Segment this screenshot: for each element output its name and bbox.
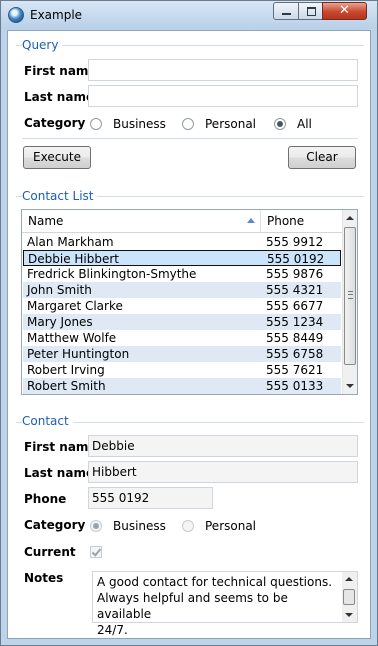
- list-item-name: Mary Jones: [27, 315, 93, 329]
- list-item-phone: 555 6677: [266, 299, 324, 313]
- scroll-up-icon[interactable]: [346, 216, 354, 220]
- notes-line: Always helpful and seems to be available: [97, 591, 288, 621]
- list-item-name: John Smith: [27, 283, 92, 297]
- clear-button[interactable]: Clear: [288, 146, 356, 169]
- query-radio-business-label[interactable]: Business: [113, 117, 166, 131]
- column-header-name[interactable]: Name: [28, 214, 63, 228]
- query-group-title: Query: [22, 38, 63, 52]
- notes-text: A good contact for technical questions. …: [97, 574, 337, 638]
- list-item[interactable]: Matthew Wolfe 555 8449: [23, 330, 341, 346]
- list-item-name: Fredrick Blinkington-Smythe: [27, 267, 197, 281]
- query-radio-business[interactable]: [90, 118, 102, 130]
- list-item[interactable]: Robert Irving 555 7621: [23, 362, 341, 378]
- query-first-name-label: First name: [24, 64, 97, 78]
- contact-first-name-field[interactable]: Debbie: [88, 435, 358, 457]
- list-item-phone: 555 4321: [266, 283, 324, 297]
- contact-first-name-label: First name: [24, 440, 97, 454]
- query-last-name-label: Last name: [24, 90, 95, 104]
- list-item[interactable]: Robert Smith 555 0133: [23, 378, 341, 394]
- execute-button[interactable]: Execute: [23, 146, 91, 169]
- contact-phone-field[interactable]: 555 0192: [88, 487, 213, 509]
- contact-radio-personal: [182, 520, 194, 532]
- contact-radio-business: [90, 520, 102, 532]
- contact-notes-label: Notes: [24, 571, 64, 585]
- list-item-name: Alan Markham: [27, 235, 114, 249]
- query-radio-personal-label[interactable]: Personal: [205, 117, 256, 131]
- query-category-label: Category: [24, 116, 86, 130]
- list-item-phone: 555 1234: [266, 315, 324, 329]
- contact-phone-label: Phone: [24, 492, 67, 506]
- scroll-down-icon[interactable]: [345, 613, 353, 617]
- list-item[interactable]: John Smith 555 4321: [23, 282, 341, 298]
- contact-last-name-field[interactable]: Hibbert: [88, 461, 358, 483]
- query-radio-all-label[interactable]: All: [297, 117, 312, 131]
- list-item[interactable]: Peter Huntington 555 6758: [23, 346, 341, 362]
- list-item[interactable]: Margaret Clarke 555 6677: [23, 298, 341, 314]
- window-title: Example: [30, 8, 83, 22]
- scroll-thumb[interactable]: [343, 589, 355, 605]
- list-item[interactable]: Fredrick Blinkington-Smythe 555 9876: [23, 266, 341, 282]
- scroll-up-icon[interactable]: [345, 577, 353, 581]
- notes-line: 24/7.: [97, 623, 128, 637]
- contact-group-title: Contact: [22, 414, 73, 428]
- contact-list[interactable]: Name Phone Alan Markham 555 9912 Debbie Hi…: [21, 209, 358, 395]
- minimize-icon: [274, 3, 298, 19]
- scroll-down-icon[interactable]: [346, 384, 354, 388]
- list-scrollbar[interactable]: [342, 210, 357, 394]
- list-item-phone: 555 8449: [266, 331, 324, 345]
- close-button[interactable]: ✕: [322, 2, 367, 20]
- app-window: Example ✕ Query First name Last name Cat…: [0, 0, 378, 646]
- globe-icon: [8, 7, 24, 23]
- contact-radio-business-label: Business: [113, 519, 166, 533]
- current-checkbox: [90, 546, 102, 558]
- query-last-name-input[interactable]: [88, 85, 358, 107]
- minimize-button[interactable]: [273, 2, 299, 20]
- query-group-line: [16, 45, 364, 46]
- list-item-name: Robert Smith: [27, 379, 106, 393]
- contact-list-group-title: Contact List: [22, 189, 98, 203]
- column-header-phone[interactable]: Phone: [267, 214, 304, 228]
- list-header: Name Phone: [22, 210, 342, 233]
- list-item[interactable]: Alan Markham 555 9912: [23, 234, 341, 250]
- list-item-name: Margaret Clarke: [27, 299, 123, 313]
- list-item-phone: 555 9912: [266, 235, 324, 249]
- list-item[interactable]: Mary Jones 555 1234: [23, 314, 341, 330]
- grip-icon: [348, 291, 353, 299]
- list-item-name: Debbie Hibbert: [28, 252, 120, 266]
- contact-current-label: Current: [24, 545, 76, 559]
- list-item-phone: 555 6758: [266, 347, 324, 361]
- close-icon: ✕: [339, 3, 350, 18]
- list-item-name: Robert Irving: [27, 363, 105, 377]
- notes-line: A good contact for technical questions.: [97, 575, 333, 589]
- list-item[interactable]: Debbie Hibbert 555 0192: [23, 250, 341, 266]
- query-first-name-input[interactable]: [88, 59, 358, 81]
- query-separator: [22, 138, 358, 139]
- notes-scrollbar[interactable]: [342, 572, 357, 622]
- sort-ascending-icon: [247, 218, 255, 223]
- contact-category-label: Category: [24, 518, 86, 532]
- list-item-name: Matthew Wolfe: [27, 331, 117, 345]
- maximize-button[interactable]: [298, 2, 323, 20]
- list-item-phone: 555 7621: [266, 363, 324, 377]
- contact-radio-personal-label: Personal: [205, 519, 257, 533]
- column-divider[interactable]: [260, 210, 261, 232]
- query-radio-personal[interactable]: [182, 118, 194, 130]
- scroll-thumb[interactable]: [344, 227, 356, 365]
- list-item-name: Peter Huntington: [27, 347, 130, 361]
- list-item-phone: 555 0192: [267, 252, 325, 266]
- list-item-phone: 555 0133: [266, 379, 324, 393]
- notes-field[interactable]: A good contact for technical questions. …: [92, 571, 358, 637]
- list-item-phone: 555 9876: [266, 267, 324, 281]
- maximize-icon: [299, 3, 322, 19]
- title-bar[interactable]: Example ✕: [1, 1, 377, 29]
- query-radio-all[interactable]: [274, 118, 286, 130]
- window-content: Query First name Last name Category Busi…: [7, 30, 371, 639]
- contact-last-name-label: Last name: [24, 466, 95, 480]
